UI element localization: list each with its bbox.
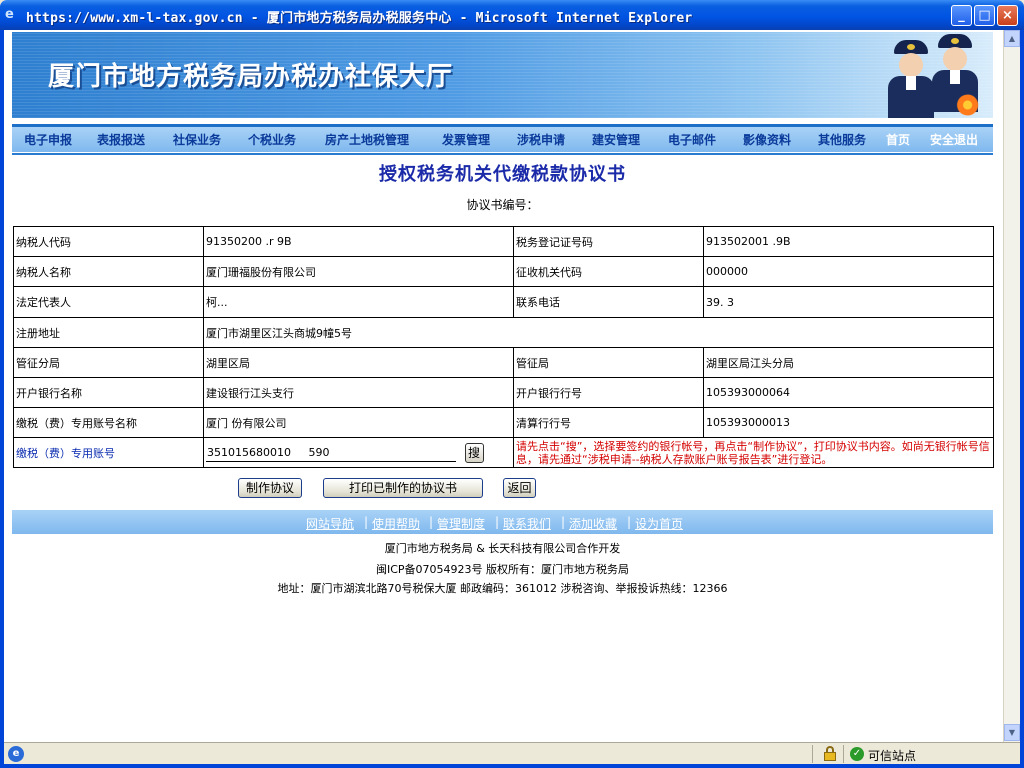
address-value: 厦门市湖里区江头商城9幢5号 [203, 317, 994, 348]
flower-image [954, 94, 988, 116]
nav-item-property-tax[interactable]: 房产土地税管理 [325, 131, 409, 148]
bureau-label: 管征局 [513, 347, 704, 378]
status-divider [843, 745, 844, 763]
minimize-button[interactable]: _ [951, 5, 972, 26]
phone-value: 39. 3 [703, 286, 994, 318]
ie-icon: e [5, 7, 14, 22]
browser-window: e https://www.xm-l-tax.gov.cn - 厦门市地方税务局… [0, 0, 1024, 768]
clearing-no-value: 105393000013 [703, 407, 994, 438]
agreement-form: 纳税人代码 91350200 .r 9B 税务登记证号码 913502001 .… [13, 226, 994, 468]
address-label: 注册地址 [13, 317, 204, 348]
trusted-site-icon: ✓ [850, 747, 864, 761]
nav-item-images[interactable]: 影像资料 [743, 131, 791, 148]
instruction-hint: 请先点击“搜”，选择要签约的银行帐号，再点击“制作协议”，打印协议书内容。如尚无… [513, 437, 994, 468]
nav-item-logout[interactable]: 安全退出 [930, 131, 978, 148]
collection-org-label: 征收机关代码 [513, 256, 704, 287]
bank-name-value: 建设银行江头支行 [203, 377, 514, 408]
nav-item-home[interactable]: 首页 [886, 131, 910, 148]
ie-status-icon: e [8, 746, 24, 762]
footer-link-homepage[interactable]: 设为首页 [635, 515, 683, 532]
taxpayer-code-label: 纳税人代码 [13, 226, 204, 257]
page-viewport: 厦门市地方税务局办税办社保大厅 电子申报 表报报送 社保业务 个税业务 房产土地… [4, 30, 1003, 742]
footer-address: 地址：厦门市湖滨北路70号税保大厦 邮政编码：361012 涉税咨询、举报投诉热… [277, 582, 728, 595]
window-border-right [1020, 30, 1024, 764]
footer-link-favorite[interactable]: 添加收藏 [569, 515, 617, 532]
back-button[interactable]: 返回 [503, 478, 536, 498]
nav-item-email[interactable]: 电子邮件 [668, 131, 716, 148]
bank-no-value: 105393000064 [703, 377, 994, 408]
nav-divider [12, 153, 993, 155]
print-agreement-button[interactable]: 打印已制作的协议书 [323, 478, 483, 498]
officer-image [888, 40, 934, 118]
taxpayer-code-value: 91350200 .r 9B [203, 226, 514, 257]
nav-item-e-filing[interactable]: 电子申报 [24, 131, 72, 148]
footer-link-rules[interactable]: 管理制度 [437, 515, 485, 532]
make-agreement-button[interactable]: 制作协议 [238, 478, 302, 498]
footer-link-sitemap[interactable]: 网站导航 [306, 515, 354, 532]
footer-separator: | [429, 515, 434, 529]
status-divider [812, 745, 813, 763]
status-bar: e ✓ 可信站点 [4, 742, 1020, 764]
taxpayer-name-label: 纳税人名称 [13, 256, 204, 287]
site-banner: 厦门市地方税务局办税办社保大厅 [12, 32, 993, 118]
nav-item-report-submit[interactable]: 表报报送 [97, 131, 145, 148]
branch-label: 管征分局 [13, 347, 204, 378]
scroll-down-arrow[interactable]: ▼ [1004, 724, 1020, 741]
branch-value: 湖里区局 [203, 347, 514, 378]
agreement-number: 协议书编号： [466, 198, 539, 212]
account-name-value: 厦门 份有限公司 [203, 407, 514, 438]
account-label: 缴税（费）专用账号 [13, 437, 204, 468]
account-input[interactable] [206, 443, 456, 462]
search-button[interactable]: 搜 [464, 442, 484, 463]
footer-link-contact[interactable]: 联系我们 [503, 515, 551, 532]
scroll-up-arrow[interactable]: ▲ [1004, 30, 1020, 47]
footer-separator: | [561, 515, 566, 529]
nav-item-construction[interactable]: 建安管理 [592, 131, 640, 148]
page-title: 授权税务机关代缴税款协议书 [379, 164, 626, 185]
nav-item-social-security[interactable]: 社保业务 [173, 131, 221, 148]
nav-item-other-services[interactable]: 其他服务 [818, 131, 866, 148]
tax-reg-no-label: 税务登记证号码 [513, 226, 704, 257]
taxpayer-name-value: 厦门珊福股份有限公司 [203, 256, 514, 287]
close-button[interactable]: × [997, 5, 1018, 26]
window-title: https://www.xm-l-tax.gov.cn - 厦门市地方税务局办税… [26, 11, 693, 26]
footer-separator: | [364, 515, 369, 529]
main-nav: 电子申报 表报报送 社保业务 个税业务 房产土地税管理 发票管理 涉税申请 建安… [12, 124, 993, 152]
legal-rep-label: 法定代表人 [13, 286, 204, 318]
vertical-scrollbar[interactable]: ▲ ▼ [1003, 30, 1020, 742]
footer-link-help[interactable]: 使用帮助 [372, 515, 420, 532]
footer-links: 网站导航 | 使用帮助 | 管理制度 | 联系我们 | 添加收藏 | 设为首页 [12, 510, 993, 534]
bank-no-label: 开户银行行号 [513, 377, 704, 408]
window-border-bottom [0, 764, 1024, 768]
legal-rep-value: 柯... [203, 286, 514, 318]
nav-item-tax-application[interactable]: 涉税申请 [517, 131, 565, 148]
tax-reg-no-value: 913502001 .9B [703, 226, 994, 257]
footer-separator: | [627, 515, 632, 529]
bank-name-label: 开户银行名称 [13, 377, 204, 408]
footer-separator: | [495, 515, 500, 529]
nav-item-personal-tax[interactable]: 个税业务 [248, 131, 296, 148]
account-cell: 搜 [203, 437, 514, 468]
maximize-button[interactable]: □ [974, 5, 995, 26]
title-bar[interactable]: e https://www.xm-l-tax.gov.cn - 厦门市地方税务局… [0, 0, 1024, 30]
banner-title: 厦门市地方税务局办税办社保大厅 [48, 62, 454, 92]
footer-credits: 厦门市地方税务局 & 长天科技有限公司合作开发 [384, 542, 621, 555]
lock-icon[interactable] [823, 746, 837, 761]
clearing-no-label: 清算行行号 [513, 407, 704, 438]
phone-label: 联系电话 [513, 286, 704, 318]
bureau-value: 湖里区局江头分局 [703, 347, 994, 378]
nav-item-invoice[interactable]: 发票管理 [442, 131, 490, 148]
security-zone-label: 可信站点 [868, 749, 917, 763]
collection-org-value: 000000 [703, 256, 994, 287]
account-name-label: 缴税（费）专用账号名称 [13, 407, 204, 438]
footer-copyright: 闽ICP备07054923号 版权所有：厦门市地方税务局 [375, 563, 630, 576]
